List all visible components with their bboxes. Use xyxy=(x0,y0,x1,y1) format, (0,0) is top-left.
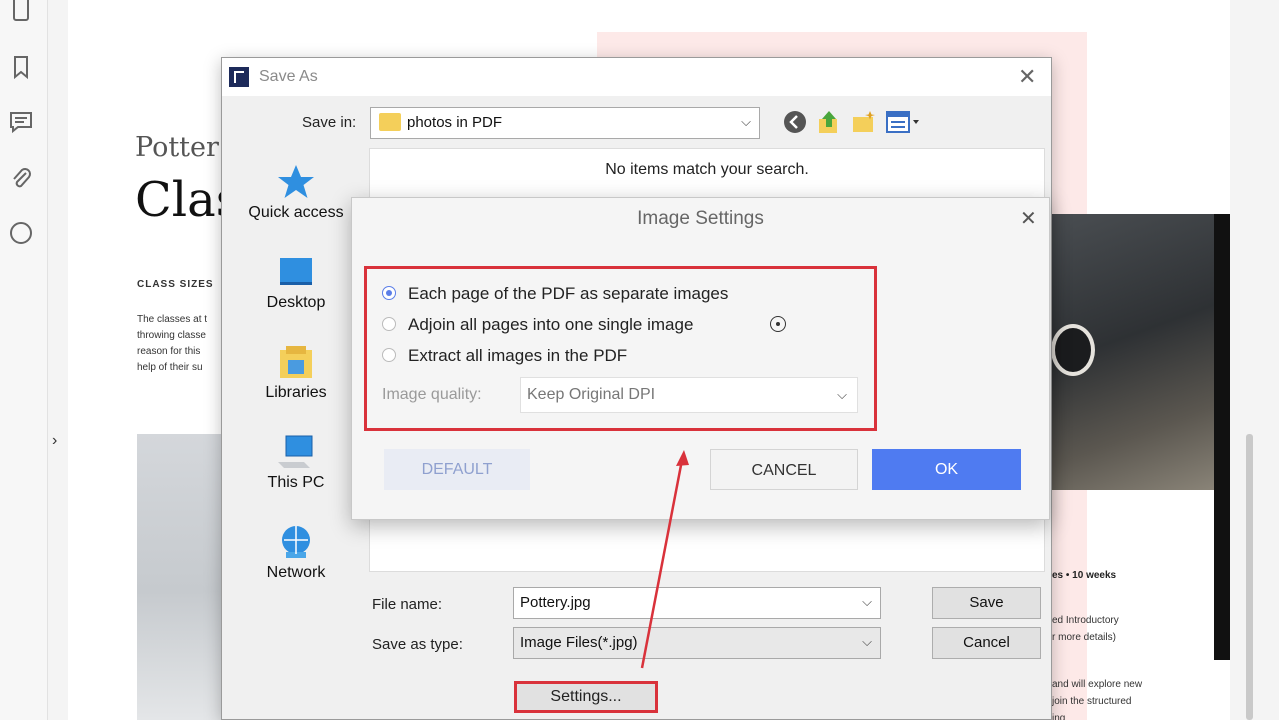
chevron-down-icon: ⌵ xyxy=(862,634,872,649)
doc-photo-right xyxy=(1047,214,1217,490)
bookmark-icon[interactable] xyxy=(8,54,34,80)
app-logo-icon xyxy=(229,67,249,87)
image-quality-dropdown[interactable]: Keep Original DPI ⌵ xyxy=(520,377,858,413)
place-desktop[interactable]: Desktop xyxy=(238,252,354,312)
comment-icon[interactable] xyxy=(8,109,34,135)
option-label: Adjoin all pages into one single image xyxy=(408,315,694,334)
cancel-button[interactable]: CANCEL xyxy=(710,449,858,490)
save-in-label: Save in: xyxy=(302,114,357,131)
mouse-cursor-icon xyxy=(770,316,786,332)
folder-icon xyxy=(379,113,401,131)
place-network[interactable]: Network xyxy=(238,522,354,582)
place-quick-access[interactable]: Quick access xyxy=(238,162,354,222)
doc-section-label: CLASS SIZES xyxy=(137,279,214,290)
file-name-input[interactable]: Pottery.jpg ⌵ xyxy=(513,587,881,619)
save-in-dropdown[interactable]: photos in PDF ⌵ xyxy=(370,107,760,139)
option-label: Extract all images in the PDF xyxy=(408,346,628,365)
doc-right-text: and will explore new join the structured… xyxy=(1052,676,1142,720)
image-quality-label: Image quality: xyxy=(382,386,482,403)
doc-line: reason for this xyxy=(137,346,201,357)
doc-subtitle: Potter xyxy=(135,132,219,163)
view-menu-icon[interactable] xyxy=(885,109,925,135)
star-icon xyxy=(278,165,314,198)
doc-right-text: ed Introductory r more details) xyxy=(1052,612,1119,646)
doc-line: join the structured xyxy=(1052,696,1132,707)
save-as-close-icon[interactable]: ✕ xyxy=(1018,64,1036,90)
save-type-label: Save as type: xyxy=(372,636,463,653)
doc-paragraph: The classes at t throwing classe reason … xyxy=(137,312,227,376)
libraries-icon xyxy=(280,346,312,378)
save-button[interactable]: Save xyxy=(932,587,1041,619)
place-label: Quick access xyxy=(248,204,344,221)
image-settings-dialog: Image Settings ✕ Each page of the PDF as… xyxy=(351,197,1050,520)
option-separate-images[interactable]: Each page of the PDF as separate images xyxy=(382,284,728,304)
doc-line: ed Introductory xyxy=(1052,615,1119,626)
chevron-down-icon: ⌵ xyxy=(862,594,872,609)
save-type-value: Image Files(*.jpg) xyxy=(520,634,638,651)
ok-button[interactable]: OK xyxy=(872,449,1021,490)
image-settings-close-icon[interactable]: ✕ xyxy=(1020,206,1037,231)
page-thumbnail-icon[interactable] xyxy=(8,0,34,26)
save-type-dropdown[interactable]: Image Files(*.jpg) ⌵ xyxy=(513,627,881,659)
attachment-icon[interactable] xyxy=(8,165,34,191)
image-settings-title: Image Settings xyxy=(637,208,764,229)
computer-icon xyxy=(278,435,313,468)
option-label: Each page of the PDF as separate images xyxy=(408,284,729,303)
up-folder-icon[interactable] xyxy=(816,109,842,135)
chevron-down-icon: ⌵ xyxy=(741,114,751,129)
option-extract-images[interactable]: Extract all images in the PDF xyxy=(382,346,627,366)
save-in-value: photos in PDF xyxy=(407,114,503,131)
doc-dark-bar xyxy=(1214,214,1230,660)
place-label: This PC xyxy=(267,474,325,491)
settings-button[interactable]: Settings... xyxy=(514,681,658,713)
save-as-titlebar: Save As ✕ xyxy=(222,58,1051,96)
place-libraries[interactable]: Libraries xyxy=(238,342,354,402)
cancel-button[interactable]: Cancel xyxy=(932,627,1041,659)
search-circle-icon[interactable] xyxy=(8,220,34,246)
doc-photo-left xyxy=(137,434,223,720)
place-label: Network xyxy=(266,564,326,581)
desktop-icon xyxy=(280,258,312,285)
doc-line: r more details) xyxy=(1052,632,1116,643)
radio-icon[interactable] xyxy=(382,348,396,362)
file-name-label: File name: xyxy=(372,596,443,613)
expand-panel-icon[interactable]: › xyxy=(52,432,57,450)
left-toolbar xyxy=(0,0,48,720)
doc-right-heading: es • 10 weeks xyxy=(1052,570,1117,581)
network-icon xyxy=(282,526,310,558)
radio-selected-icon[interactable] xyxy=(382,286,396,300)
chevron-down-icon: ⌵ xyxy=(837,387,847,402)
doc-line: and will explore new xyxy=(1052,679,1143,690)
empty-list-message: No items match your search. xyxy=(605,161,809,178)
option-adjoin-pages[interactable]: Adjoin all pages into one single image xyxy=(382,315,693,335)
place-label: Desktop xyxy=(266,294,326,311)
doc-line: throwing classe xyxy=(137,330,206,341)
doc-photo-cup xyxy=(1051,324,1095,376)
back-icon[interactable] xyxy=(782,109,808,135)
radio-icon[interactable] xyxy=(382,317,396,331)
place-label: Libraries xyxy=(265,384,327,401)
doc-line: help of their su xyxy=(137,362,203,373)
vertical-scrollbar[interactable] xyxy=(1246,434,1253,720)
file-name-value: Pottery.jpg xyxy=(520,594,591,611)
save-as-title: Save As xyxy=(259,68,318,85)
doc-line: ing xyxy=(1052,713,1066,720)
doc-line: The classes at t xyxy=(137,314,208,325)
default-button[interactable]: DEFAULT xyxy=(384,449,530,490)
new-folder-icon[interactable] xyxy=(851,109,877,135)
place-this-pc[interactable]: This PC xyxy=(238,432,354,492)
image-quality-value: Keep Original DPI xyxy=(527,386,656,403)
